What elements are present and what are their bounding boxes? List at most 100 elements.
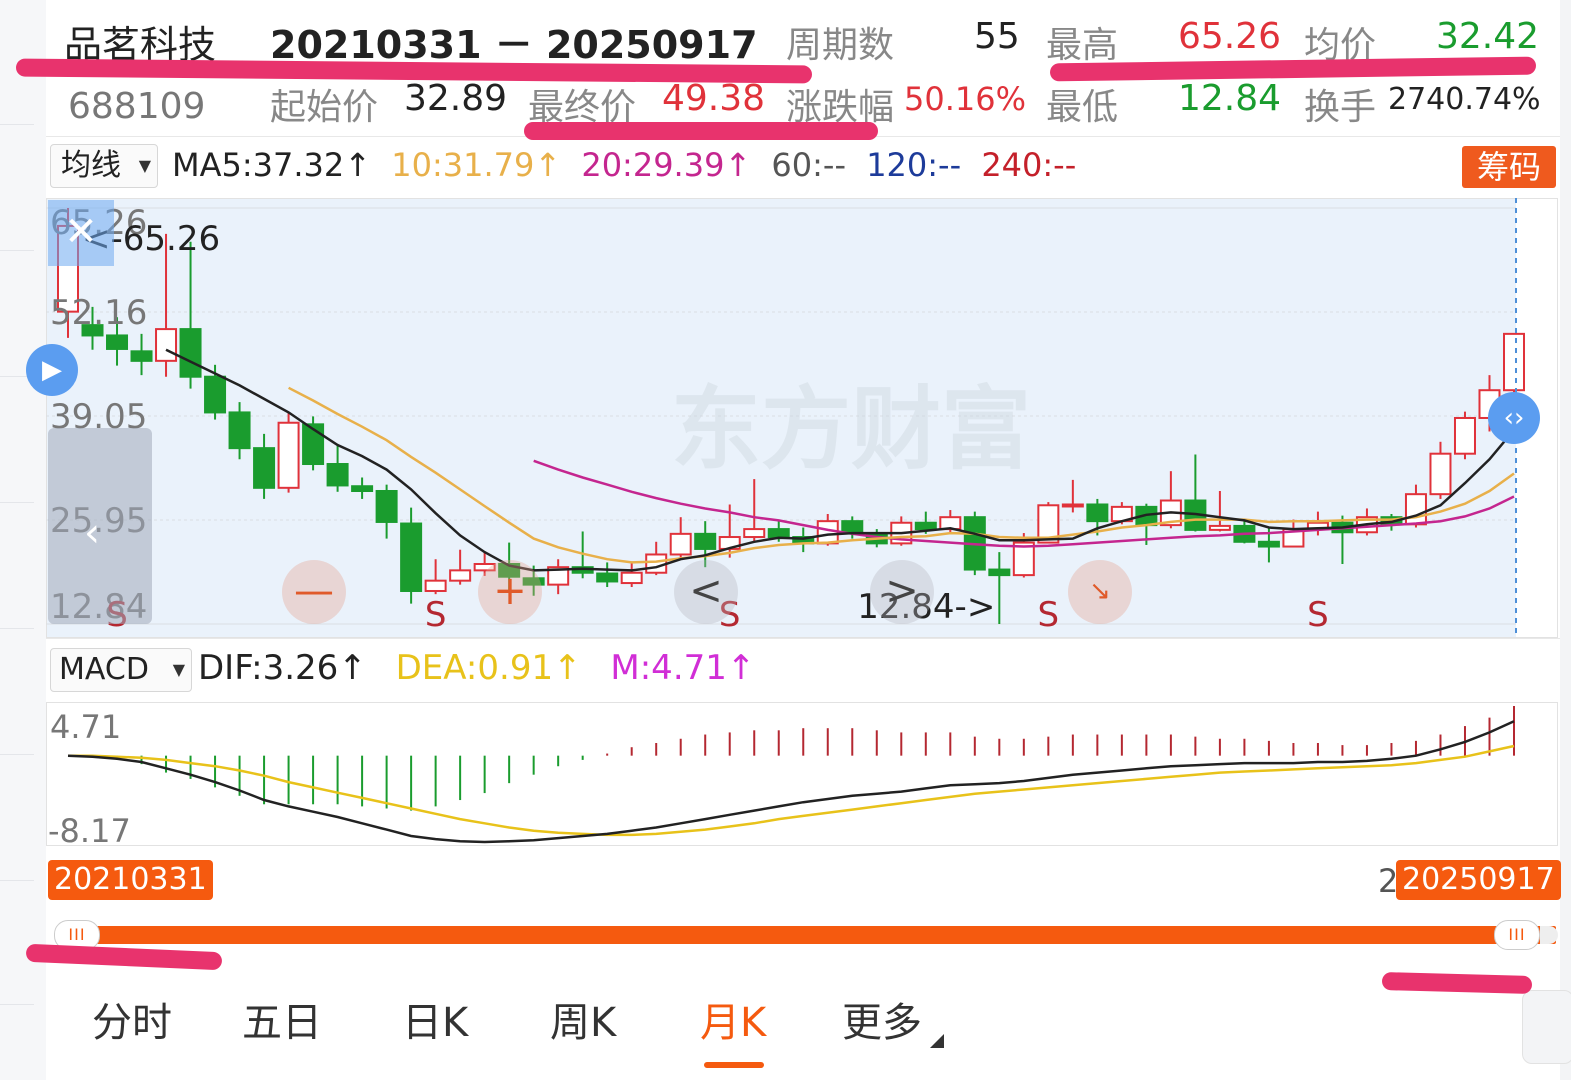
ma5-value: MA5:37.32↑ (172, 146, 372, 184)
turnover-label: 换手 (1304, 87, 1377, 128)
candle-body (204, 375, 227, 414)
periods-value: 55 (974, 16, 1020, 57)
candle-body (1208, 524, 1231, 531)
candle-body (1429, 452, 1452, 496)
macd-indicator-select[interactable]: MACD ▼ (50, 648, 192, 692)
candle-body (1061, 503, 1084, 508)
candle-body (1453, 416, 1476, 455)
ma240-value: 240:-- (981, 146, 1077, 184)
chip-distribution-button[interactable]: 筹码 (1462, 146, 1556, 188)
right-edge-panel (1560, 0, 1571, 1080)
tab-daily-k[interactable]: 日K (402, 990, 468, 1048)
candle-body (277, 421, 300, 489)
low-label: 最低 (1046, 87, 1119, 128)
candle-body (669, 532, 692, 556)
periods-label: 周期数 (786, 25, 895, 66)
candle-body (351, 485, 374, 492)
active-tab-indicator (704, 1062, 764, 1068)
sell-signal-marker: S (1307, 595, 1329, 635)
ma20-value: 20:29.39↑ (581, 146, 752, 184)
chevron-down-icon: ▼ (172, 660, 185, 679)
candle-body (1503, 332, 1525, 392)
ma120-value: 120:-- (866, 146, 962, 184)
start-value: 32.89 (404, 78, 508, 119)
tab-five-day[interactable]: 五日 (242, 990, 322, 1048)
range-slider-track-end (1540, 926, 1558, 944)
watermark-text: 东方财富 (671, 377, 1031, 482)
candle-body (596, 572, 619, 583)
sell-signal-marker: S (425, 595, 447, 635)
ma-values: MA5:37.32↑ 10:31.79↑ 20:29.39↑ 60:-- 120… (172, 146, 1086, 184)
restore-view-icon[interactable]: ↘ (1068, 560, 1132, 624)
candle-body (914, 521, 937, 531)
highlight-stroke (25, 943, 223, 971)
range-end-date: 20250917 (1396, 860, 1561, 900)
macd-chart[interactable]: 4.71 -8.17 (46, 702, 1558, 846)
candle-body (767, 528, 790, 539)
tab-more[interactable]: 更多 (842, 990, 922, 1048)
zoom-in-button[interactable]: + (478, 560, 542, 624)
candle-body (694, 532, 717, 550)
candle-body (841, 520, 864, 535)
macd-values: DIF:3.26↑ DEA:0.91↑ M:4.71↑ (198, 648, 773, 688)
candle-body (620, 571, 643, 585)
prev-period-button[interactable]: < (674, 560, 738, 624)
candlestick-chart[interactable]: 东方财富65.2652.1639.0525.9512.84<-65.2612.8… (46, 198, 1558, 638)
macd-dif-value: DIF:3.26↑ (198, 648, 367, 688)
low-value: 12.84 (1178, 78, 1282, 119)
start-label: 起始价 (270, 87, 379, 128)
macd-y-top-label: 4.71 (50, 708, 121, 746)
ma60-value: 60:-- (771, 146, 847, 184)
macd-y-bottom-label: -8.17 (48, 812, 131, 846)
turnover-value: 2740.74% (1388, 82, 1541, 117)
macd-m-value: M:4.71↑ (610, 648, 756, 688)
candle-body (326, 463, 349, 487)
high-label: 最高 (1046, 25, 1119, 66)
zoom-out-button[interactable]: — (282, 560, 346, 624)
y-axis-label: 52.16 (50, 293, 147, 333)
stock-code: 688109 (68, 86, 206, 127)
tab-monthly-k[interactable]: 月K (700, 990, 766, 1048)
highlight-stroke (524, 122, 878, 140)
chevron-left-icon: ‹ (84, 510, 100, 556)
change-value: 50.16% (904, 80, 1027, 118)
range-start-date: 20210331 (48, 860, 213, 900)
tab-intraday[interactable]: 分时 (92, 990, 172, 1048)
candle-body (130, 350, 153, 362)
chart-side-panel[interactable]: ‹ (48, 428, 152, 624)
chevron-down-icon: ▼ (138, 156, 151, 175)
candle-body (1257, 540, 1280, 548)
candle-body (106, 334, 129, 350)
candle-body (253, 447, 276, 489)
range-slider-track[interactable] (58, 926, 1556, 944)
candle-body (424, 579, 447, 592)
highlight-stroke (1049, 56, 1537, 82)
macd-dea-value: DEA:0.91↑ (395, 648, 582, 688)
ma10-value: 10:31.79↑ (391, 146, 562, 184)
candle-body (179, 328, 202, 378)
candle-body (1086, 503, 1109, 523)
candle-body (743, 528, 766, 539)
ma-indicator-select[interactable]: 均线 ▼ (50, 144, 158, 188)
crosshair-handle-icon[interactable]: ‹› (1488, 392, 1540, 444)
end-value: 49.38 (662, 78, 766, 119)
candle-body (988, 568, 1011, 577)
tab-weekly-k[interactable]: 周K (550, 990, 616, 1048)
candle-body (155, 328, 178, 362)
candle-body (449, 569, 472, 582)
macd-select-label: MACD (59, 652, 149, 687)
high-value: 65.26 (1178, 16, 1282, 57)
candle-body (228, 411, 251, 450)
close-icon[interactable]: ✕ (48, 200, 114, 266)
side-menu-button[interactable] (1522, 990, 1571, 1064)
candle-body (400, 522, 423, 592)
macd-frame (46, 702, 1558, 846)
more-corner-icon (930, 1034, 944, 1048)
sell-signal-marker: S (1038, 595, 1060, 635)
ma-select-label: 均线 (61, 148, 121, 183)
period-tabs: 分时 五日 日K 周K 月K 更多 (46, 990, 1526, 1080)
candle-body (1404, 493, 1427, 526)
next-period-button[interactable]: > (870, 560, 934, 624)
expand-left-icon[interactable]: ▶ (26, 344, 78, 396)
range-end-handle[interactable]: III (1494, 920, 1540, 950)
